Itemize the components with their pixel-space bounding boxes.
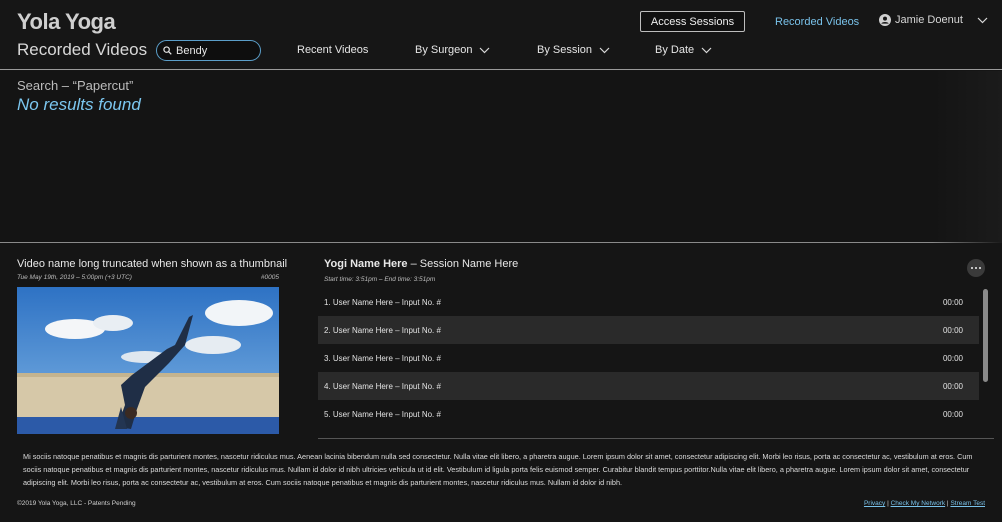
- more-icon: [974, 266, 978, 270]
- participant-time: 00:00: [942, 409, 963, 419]
- chevron-down-icon: [599, 47, 610, 53]
- chevron-down-icon: [977, 17, 988, 23]
- chevron-down-icon: [701, 47, 712, 53]
- session-title: Yogi Name Here – Session Name Here: [324, 258, 518, 270]
- no-results-message: No results found: [17, 95, 141, 114]
- title-separator: –: [407, 258, 420, 270]
- search-results: Search – “Papercut” No results found: [0, 71, 1002, 243]
- nav-recent-videos[interactable]: Recent Videos: [297, 44, 368, 56]
- nav-by-session[interactable]: By Session: [537, 44, 610, 56]
- nav-label: By Surgeon: [415, 44, 473, 56]
- video-thumbnail[interactable]: [17, 287, 279, 434]
- search-query-label: Search – “Papercut”: [17, 78, 134, 93]
- participant-time: 00:00: [942, 297, 963, 307]
- participant-label: 2. User Name Here – Input No. #: [324, 325, 441, 335]
- participant-time: 00:00: [942, 325, 963, 335]
- footer-text: Mi sociis natoque penatibus et magnis di…: [23, 452, 973, 487]
- participant-label: 5. User Name Here – Input No. #: [324, 409, 441, 419]
- list-item[interactable]: 3. User Name Here – Input No. # 00:00: [318, 344, 979, 372]
- copyright: ©2019 Yola Yoga, LLC - Patents Pending: [17, 500, 136, 507]
- video-panel: Video name long truncated when shown as …: [17, 258, 288, 434]
- chevron-down-icon: [480, 47, 490, 53]
- footer: Mi sociis natoque penatibus et magnis di…: [0, 438, 1002, 522]
- video-meta: Tue May 19th, 2019 – 5:00pm (+3 UTC) #00…: [17, 274, 279, 281]
- more-icon: [978, 266, 982, 270]
- more-icon: [970, 266, 974, 270]
- header: Yola Yoga Recorded Videos Recent Videos …: [0, 0, 1002, 70]
- nav-label: Recent Videos: [297, 44, 369, 56]
- more-options-button[interactable]: [967, 259, 985, 277]
- session-times: Start time: 3:51pm – End time: 3:51pm: [324, 276, 436, 283]
- search-icon: [163, 46, 172, 55]
- nav-by-surgeon[interactable]: By Surgeon: [415, 44, 490, 56]
- stream-test-link[interactable]: Stream Test: [950, 500, 985, 507]
- logo: Yola Yoga: [17, 9, 116, 34]
- list-item[interactable]: 2. User Name Here – Input No. # 00:00: [318, 316, 979, 344]
- user-icon: [879, 14, 891, 26]
- user-menu[interactable]: Jamie Doenut: [879, 14, 988, 26]
- footer-links: Privacy | Check My Network | Stream Test: [863, 500, 985, 507]
- nav-by-date[interactable]: By Date: [655, 44, 712, 56]
- video-title: Video name long truncated when shown as …: [17, 258, 288, 270]
- participant-label: 1. User Name Here – Input No. #: [324, 297, 441, 307]
- search-input[interactable]: [176, 44, 256, 57]
- session-name: Session Name Here: [419, 258, 519, 270]
- video-date: Tue May 19th, 2019 – 5:00pm (+3 UTC): [17, 274, 132, 281]
- list-item[interactable]: 1. User Name Here – Input No. # 00:00: [318, 288, 979, 316]
- list-scrollbar[interactable]: [983, 289, 988, 382]
- user-name: Jamie Doenut: [895, 14, 963, 26]
- search-box[interactable]: [156, 40, 261, 61]
- nav-label: By Date: [655, 44, 695, 56]
- video-id: #0005: [260, 274, 279, 281]
- recorded-videos-link[interactable]: Recorded Videos: [775, 16, 859, 28]
- check-my-network-link[interactable]: Check My Network: [891, 500, 946, 507]
- nav-label: By Session: [537, 44, 593, 56]
- access-sessions-button[interactable]: Access Sessions: [640, 11, 745, 32]
- participant-list: 1. User Name Here – Input No. # 00:00 2.…: [318, 288, 979, 442]
- list-item[interactable]: 5. User Name Here – Input No. # 00:00: [318, 400, 979, 428]
- participant-time: 00:00: [942, 353, 963, 363]
- page-title: Recorded Videos: [17, 40, 148, 59]
- participant-label: 3. User Name Here – Input No. #: [324, 353, 441, 363]
- participant-label: 4. User Name Here – Input No. #: [324, 381, 441, 391]
- results-fade: [932, 71, 1002, 243]
- participant-time: 00:00: [942, 381, 963, 391]
- privacy-link[interactable]: Privacy: [864, 500, 885, 507]
- divider: [318, 438, 994, 439]
- list-item[interactable]: 4. User Name Here – Input No. # 00:00: [318, 372, 979, 400]
- yogi-name: Yogi Name Here: [324, 258, 408, 270]
